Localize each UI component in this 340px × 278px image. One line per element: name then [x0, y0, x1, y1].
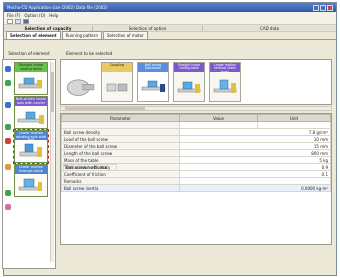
element-label: Linear motion through table	[15, 165, 47, 174]
element-item[interactable]: Belt-driven linear axis with carrier	[14, 96, 48, 129]
rotating-axis-icon	[15, 140, 47, 162]
element-detail-panel: Element to be selected Coupling Ball scr…	[60, 50, 332, 270]
row-name: Remarks	[61, 177, 180, 185]
table-row[interactable]: Coefficient of friction 0.1	[61, 170, 331, 178]
element-list-scrollbar[interactable]	[50, 62, 54, 262]
tree-node-icon[interactable]	[5, 164, 11, 170]
element-label: Linear motion rotating axis with belt	[15, 131, 47, 140]
column-header-unit[interactable]: Unit	[257, 114, 331, 122]
table-row[interactable]: Mass of the table 5 kg	[61, 156, 331, 164]
column-header-parameter[interactable]: Parameter	[61, 114, 180, 122]
element-item[interactable]: Linear motion rotating axis with belt	[13, 129, 49, 164]
row-name: Length of the ball screw	[61, 149, 180, 157]
belt-axis-icon	[15, 106, 47, 128]
card-label: Coupling	[102, 63, 132, 72]
toolbar	[4, 18, 336, 25]
row-name: Lead of the ball screw	[61, 135, 180, 143]
row-name: Diameter of the ball screw	[61, 142, 180, 150]
row-value[interactable]: 0.1	[179, 170, 331, 178]
card-label: Straight linear sliding table	[174, 63, 204, 72]
element-card-strip: Coupling Ball screw horizontal Straight …	[60, 59, 332, 105]
element-selection-header: Selection of element	[8, 51, 50, 56]
card-label: Linear motion vertical linear body	[210, 63, 240, 72]
table-row[interactable]: Length of the ball screw 800 mm	[61, 149, 331, 157]
option-step[interactable]: Selection of option	[92, 25, 202, 31]
row-value[interactable]: 800 mm	[179, 149, 331, 157]
row-value[interactable]: 15 mm	[179, 142, 331, 150]
maximize-button[interactable]	[320, 4, 326, 11]
tab-running-pattern[interactable]: Running pattern	[61, 31, 102, 39]
element-selection-panel: Selection of element Straight linear sli…	[2, 50, 56, 270]
menu-help[interactable]: Help	[49, 13, 58, 18]
tab-selection-of-element[interactable]: Selection of element	[6, 31, 61, 39]
tree-node-icon[interactable]	[5, 80, 11, 86]
element-tree	[5, 64, 12, 214]
row-value[interactable]: 0.0000 kg·m²	[179, 184, 331, 192]
element-to-select-header: Element to be selected	[66, 51, 113, 56]
row-unit	[257, 121, 331, 129]
coupling-icon	[106, 83, 128, 92]
vertical-body-icon	[213, 79, 237, 93]
menu-file[interactable]: File (F)	[7, 13, 20, 18]
tree-node-icon[interactable]	[5, 102, 11, 108]
element-item[interactable]: Straight linear sliding table	[14, 62, 48, 95]
through-table-icon	[15, 174, 47, 196]
tree-node-icon[interactable]	[5, 204, 11, 210]
menu-option[interactable]: Option (O)	[24, 13, 45, 18]
scrollbar-thumb[interactable]	[51, 72, 54, 112]
scrollbar-thumb[interactable]	[65, 107, 145, 110]
open-folder-icon[interactable]	[15, 18, 21, 24]
ball-screw-icon	[141, 80, 166, 92]
column-header-value[interactable]: Value	[179, 114, 258, 122]
table-row[interactable]: Lead of the ball screw 10 mm	[61, 135, 331, 143]
element-card[interactable]: Linear motion vertical linear body	[209, 62, 241, 102]
table-row[interactable]: Ball screw inertia 0.0000 kg·m²	[61, 184, 331, 192]
motor-preview	[65, 62, 97, 102]
row-name	[61, 121, 180, 129]
row-value[interactable]: 7.8 g/cm³	[179, 128, 331, 136]
row-name: Coefficient of friction	[61, 170, 180, 178]
minimize-button[interactable]	[313, 4, 319, 11]
table-row[interactable]: Ball screw density 7.8 g/cm³	[61, 128, 331, 136]
cad-step[interactable]: CAD data	[202, 25, 336, 31]
tree-node-icon[interactable]	[5, 138, 11, 144]
element-card-selected[interactable]: Ball screw horizontal	[137, 62, 169, 102]
grid-empty-area	[62, 192, 331, 252]
row-name: Ball screw inertia	[61, 184, 180, 192]
save-icon[interactable]	[23, 18, 29, 24]
tab-bar: Selection of element Running pattern Sel…	[4, 31, 336, 40]
tab-selection-of-motor[interactable]: Selection of motor	[103, 31, 148, 39]
element-label: Straight linear sliding table	[15, 63, 47, 72]
grid-subtitle: Ball screw horizontal	[63, 164, 117, 171]
capacity-title[interactable]: Selection of capacity	[4, 26, 92, 31]
row-value[interactable]: 0.9	[179, 163, 331, 171]
card-label: Ball screw horizontal	[138, 63, 168, 72]
title-bar: Mecha-CD Application size (2002) Data fi…	[4, 3, 336, 12]
close-button[interactable]	[327, 4, 333, 11]
row-value[interactable]	[179, 177, 331, 185]
parameter-grid: Parameter Value Unit Ball screw horizont…	[60, 113, 332, 245]
linear-table-icon	[177, 81, 201, 93]
row-value[interactable]: 5 kg	[179, 156, 331, 164]
tree-node-icon[interactable]	[5, 66, 11, 72]
element-list: Straight linear sliding table Belt-drive…	[2, 59, 56, 269]
element-item[interactable]: Linear motion through table	[14, 164, 48, 197]
row-name: Ball screw density	[61, 128, 180, 136]
element-card[interactable]: Coupling	[101, 62, 133, 102]
tree-node-icon[interactable]	[5, 190, 11, 196]
row-name: Mass of the table	[61, 156, 180, 164]
table-row[interactable]: Remarks	[61, 177, 331, 185]
card-strip-scrollbar[interactable]	[60, 106, 332, 111]
linear-table-icon	[15, 72, 47, 94]
tree-node-icon[interactable]	[5, 124, 11, 130]
element-card[interactable]: Straight linear sliding table	[173, 62, 205, 102]
new-file-icon[interactable]	[7, 18, 13, 24]
row-value[interactable]: 10 mm	[179, 135, 331, 143]
element-label: Belt-driven linear axis with carrier	[15, 97, 47, 106]
table-row: Ball screw horizontal	[61, 121, 331, 171]
window-title: Mecha-CD Application size (2002) Data fi…	[7, 5, 108, 10]
table-row[interactable]: Diameter of the ball screw 15 mm	[61, 142, 331, 150]
